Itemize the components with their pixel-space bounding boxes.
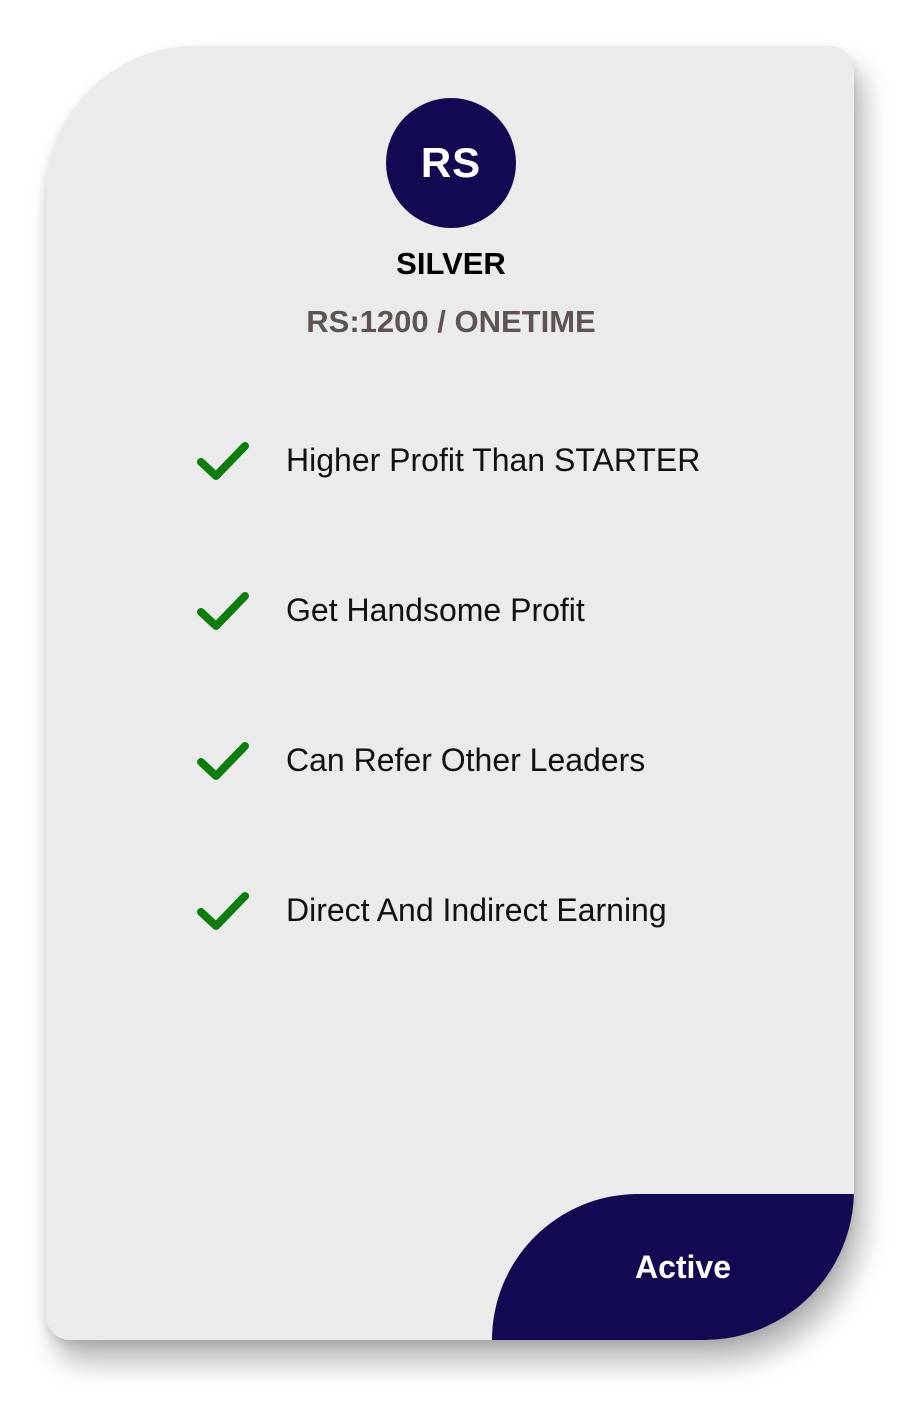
check-icon — [197, 742, 249, 780]
check-icon — [197, 592, 249, 630]
plan-price: RS:1200 / ONETIME — [306, 304, 596, 339]
feature-text: Higher Profit Than STARTER — [286, 442, 701, 478]
check-icon — [197, 442, 249, 480]
plan-name: SILVER — [396, 246, 506, 281]
active-button[interactable]: Active — [492, 1194, 854, 1340]
check-icon — [197, 892, 249, 930]
avatar-initials: RS — [420, 139, 482, 186]
plan-avatar: RS — [386, 98, 516, 228]
feature-text: Get Handsome Profit — [286, 592, 585, 628]
active-button-label: Active — [634, 1248, 732, 1285]
feature-item: Get Handsome Profit — [196, 588, 700, 738]
feature-item: Can Refer Other Leaders — [196, 738, 700, 888]
plan-card: RS SILVER RS:1200 / ONETIME Higher Profi… — [46, 46, 854, 1340]
feature-text: Direct And Indirect Earning — [286, 892, 667, 928]
feature-text: Can Refer Other Leaders — [286, 742, 646, 778]
feature-item: Higher Profit Than STARTER — [196, 438, 700, 588]
feature-list: Higher Profit Than STARTER Get Handsome … — [196, 438, 700, 1038]
feature-item: Direct And Indirect Earning — [196, 888, 700, 1038]
